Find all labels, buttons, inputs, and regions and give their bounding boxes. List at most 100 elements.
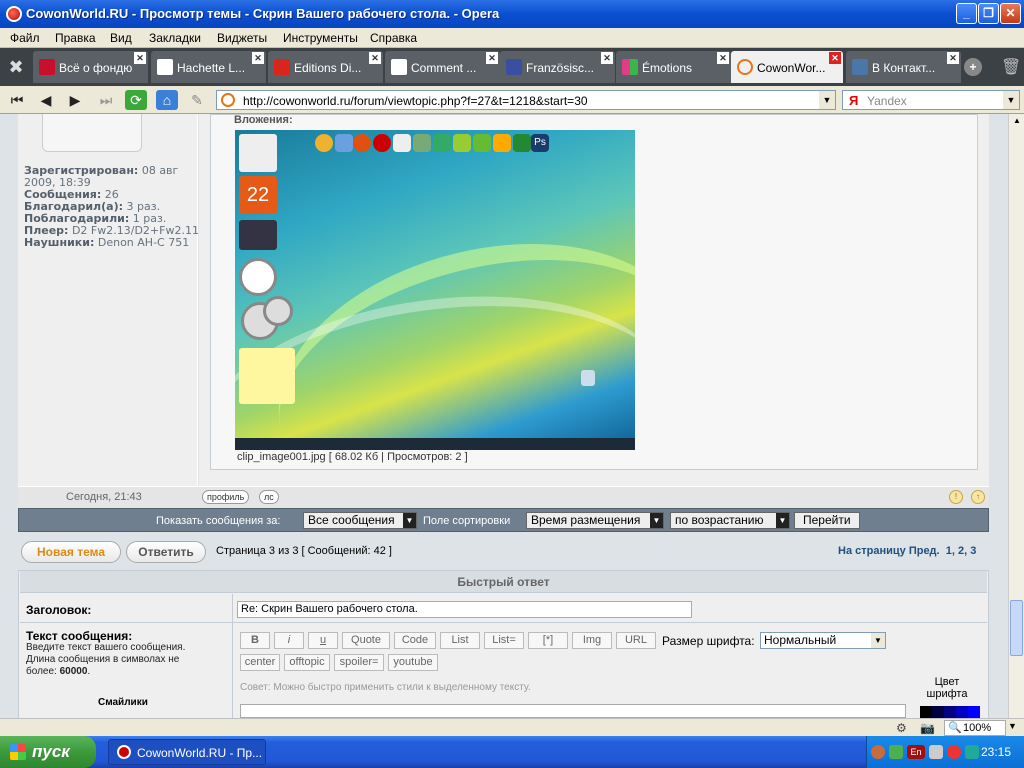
url-button[interactable]: URL [616,632,656,649]
tab-7[interactable]: В Контакт... ✕ [846,51,961,83]
quote-button[interactable]: Quote [342,632,390,649]
tab-favicon [39,59,55,75]
opera-logo-icon [117,745,131,759]
img-button[interactable]: Img [572,632,612,649]
show-select[interactable]: Все сообщения ▼ [303,512,417,529]
search-dropdown-icon[interactable]: ▼ [1003,91,1019,109]
minimize-button[interactable]: _ [956,3,977,24]
color-palette[interactable] [920,706,980,718]
reload-icon[interactable]: ⟳ [125,90,147,110]
page-link-2[interactable]: 2 [958,545,964,557]
tray-opera-icon[interactable] [947,745,961,759]
taskbar-item-opera[interactable]: CowonWorld.RU - Пр... [108,739,266,765]
zoom-select[interactable]: 🔍 100% [944,720,1006,736]
tab-3[interactable]: Comment ... ✕ [385,51,500,83]
bold-button[interactable]: B [240,632,270,649]
youtube-button[interactable]: youtube [388,654,438,671]
camera-icon[interactable]: 📷 [920,721,936,735]
close-button[interactable]: ✕ [1000,3,1021,24]
start-button[interactable]: пуск [0,736,96,768]
go-button[interactable]: Перейти [794,512,860,529]
home-icon[interactable]: ⌂ [156,90,178,110]
widget-icon[interactable]: ⚙ [896,721,910,735]
tab-close-icon[interactable]: ✕ [947,52,959,64]
message-description: Введите текст вашего сообщения. Длина со… [26,642,186,677]
fast-forward-icon[interactable]: ⏭ [95,90,117,110]
menu-widgets[interactable]: Виджеты [217,31,267,45]
spoiler-button[interactable]: spoiler= [334,654,384,671]
menu-tools[interactable]: Инструменты [283,31,358,45]
scroll-up-icon[interactable]: ▲ [1011,116,1023,128]
magnifier-icon: 🔍 [948,722,962,734]
page-info: Страница 3 из 3 [ Сообщений: 42 ] [216,545,392,557]
top-icon[interactable]: ↑ [971,490,985,504]
zoom-dropdown-icon[interactable]: ▼ [1008,721,1017,731]
tab-favicon [391,59,407,75]
warn-icon[interactable]: ! [949,490,963,504]
tab-2[interactable]: Editions Di... ✕ [268,51,383,83]
tab-close-icon[interactable]: ✕ [601,52,613,64]
tab-1[interactable]: Hachette L... ✕ [151,51,266,83]
edit-icon[interactable]: ✎ [186,90,208,110]
list-button[interactable]: List [440,632,480,649]
tab-4[interactable]: Französisc... ✕ [500,51,615,83]
menu-bookmarks[interactable]: Закладки [149,31,201,45]
prev-link[interactable]: Пред. [909,545,940,557]
language-indicator[interactable]: En [907,745,925,759]
offtopic-button[interactable]: offtopic [284,654,330,671]
tab-label: Editions Di... [294,61,362,75]
scroll-thumb[interactable] [1010,600,1023,656]
new-topic-button[interactable]: Новая тема [21,541,121,563]
url-text[interactable]: http://cowonworld.ru/forum/viewtopic.php… [243,94,588,108]
tray-arrow-icon[interactable] [871,745,885,759]
opera-logo-icon [6,6,22,22]
back-icon[interactable]: ◀ [35,90,57,110]
sort-select[interactable]: Время размещения ▼ [526,512,664,529]
list-item-button[interactable]: [*] [528,632,568,649]
forward-icon[interactable]: ▶ [64,90,86,110]
tray-network-icon[interactable] [965,745,979,759]
search-field[interactable]: Я Yandex ▼ [842,90,1020,110]
tab-close-icon[interactable]: ✕ [717,52,729,64]
message-label: Текст сообщения: [26,629,133,643]
tab-close-icon[interactable]: ✕ [252,52,264,64]
tab-5[interactable]: Émotions ✕ [616,51,731,83]
order-select[interactable]: по возрастанию ▼ [670,512,790,529]
page-scrollbar[interactable]: ▲ [1008,114,1024,718]
tab-close-icon[interactable]: ✕ [369,52,381,64]
new-tab-icon[interactable]: + [964,58,982,76]
italic-button[interactable]: i [274,632,304,649]
tab-close-icon[interactable]: ✕ [486,52,498,64]
desktop-icon [453,134,471,152]
tray-app-icon[interactable] [889,745,903,759]
address-field[interactable]: http://cowonworld.ru/forum/viewtopic.php… [216,90,836,110]
underline-button[interactable]: u [308,632,338,649]
code-button[interactable]: Code [394,632,436,649]
tab-6-active[interactable]: CowonWor... ✕ [731,51,843,83]
rewind-icon[interactable]: ⏮ [6,90,28,110]
page-link-1[interactable]: 1 [946,545,952,557]
font-size-select[interactable]: Нормальный ▼ [760,632,886,649]
attached-image[interactable]: 22 Ps [235,130,635,450]
url-dropdown-icon[interactable]: ▼ [819,91,835,109]
message-textarea[interactable] [240,704,906,718]
maximize-button[interactable]: ❐ [978,3,999,24]
menu-view[interactable]: Вид [110,31,132,45]
tools-icon[interactable]: ✖ [6,57,26,77]
reply-button[interactable]: Ответить [126,541,206,563]
menu-file[interactable]: Файл [10,31,40,45]
tab-close-icon[interactable]: ✕ [829,52,841,64]
menu-edit[interactable]: Правка [55,31,96,45]
trash-icon[interactable]: 🗑 [1001,57,1021,77]
subject-input[interactable]: Re: Скрин Вашего рабочего стола. [237,601,692,618]
tray-search-icon[interactable] [929,745,943,759]
calendar-day: 22 [239,176,277,214]
page-link-3[interactable]: 3 [970,545,976,557]
menu-help[interactable]: Справка [370,31,417,45]
list-numbered-button[interactable]: List= [484,632,524,649]
tab-close-icon[interactable]: ✕ [134,52,146,64]
pm-button[interactable]: лс [259,490,279,504]
profile-button[interactable]: профиль [202,490,250,504]
tab-0[interactable]: Всё о фондю ✕ [33,51,148,83]
center-button[interactable]: center [240,654,280,671]
